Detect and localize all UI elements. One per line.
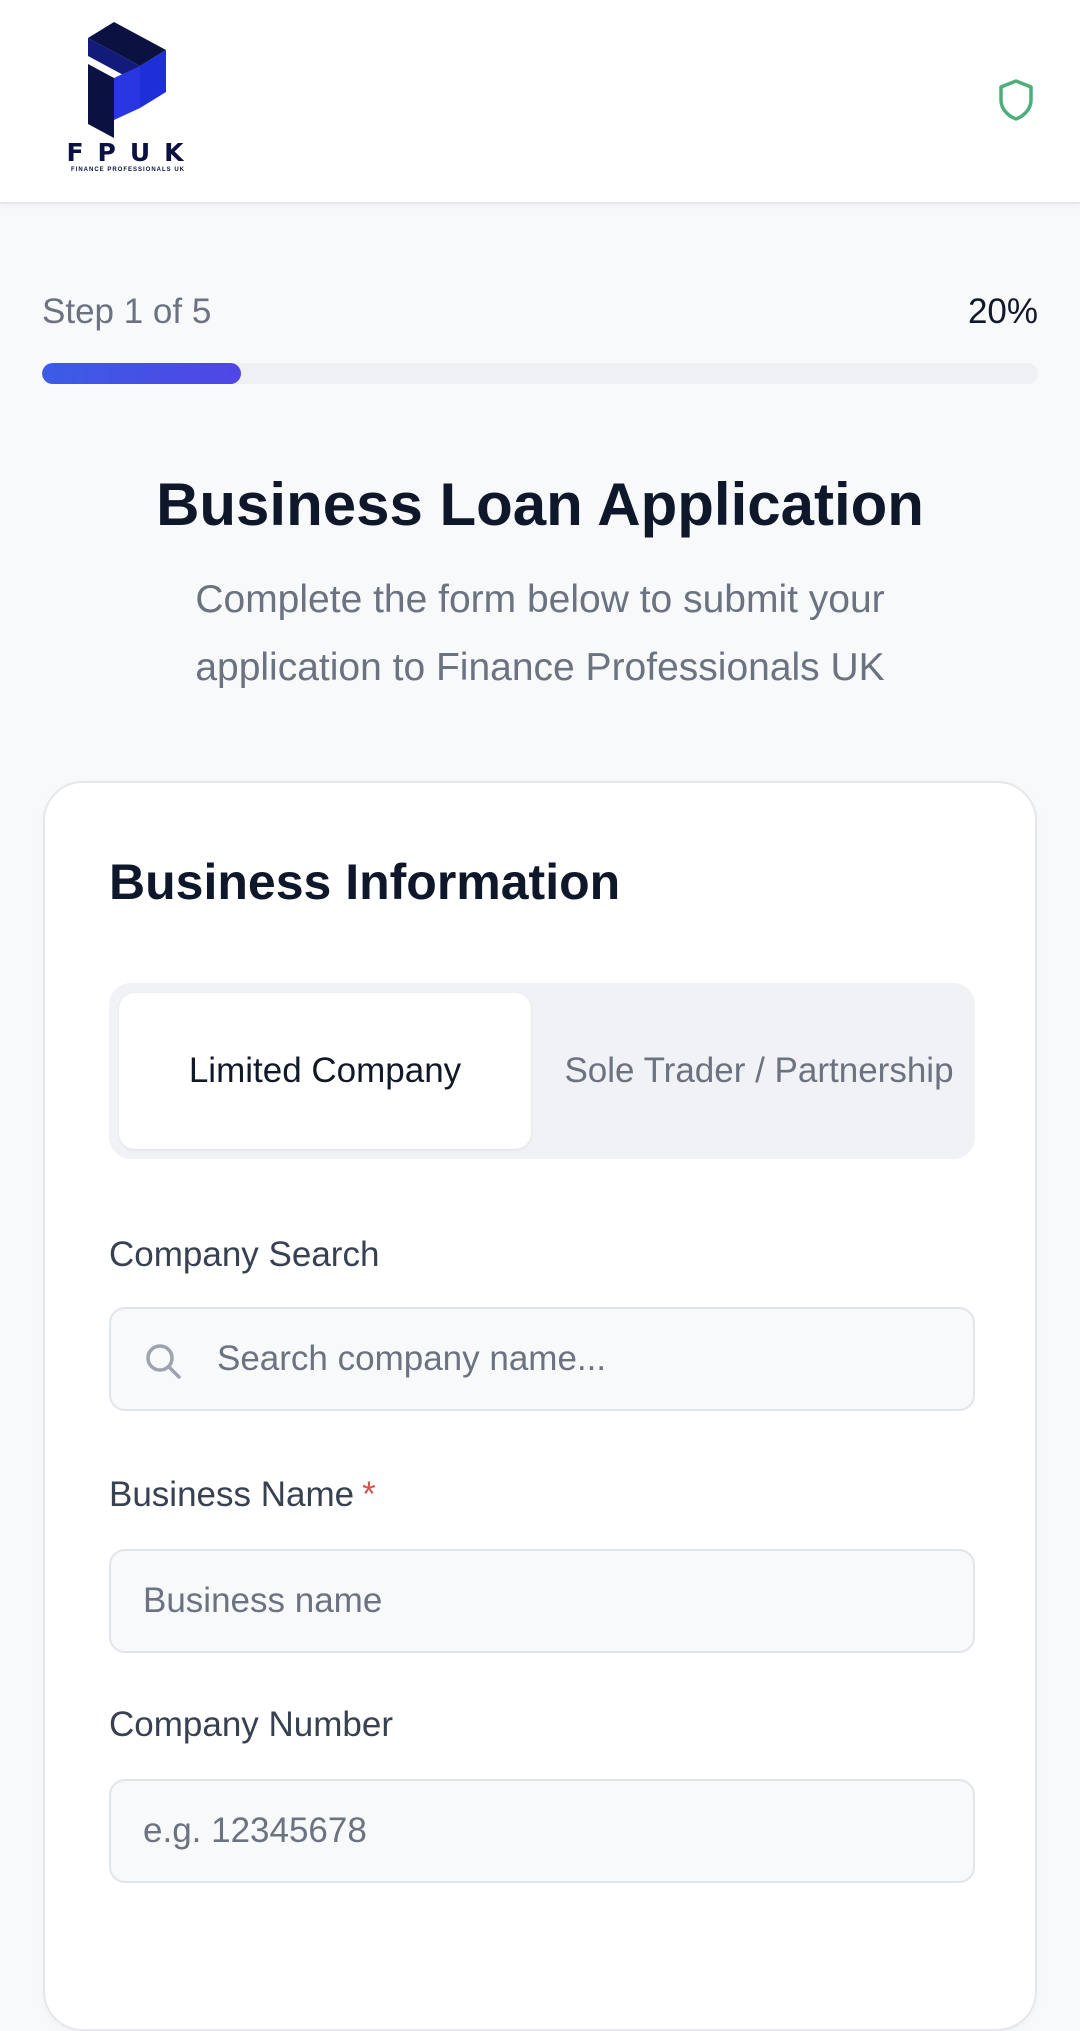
company-number-input[interactable]: e.g. 12345678: [109, 1779, 975, 1883]
fpuk-logo[interactable]: FPUK FINANCE PROFESSIONALS UK: [58, 20, 198, 180]
sole-trader-option[interactable]: Sole Trader / Partnership: [553, 993, 965, 1149]
business-name-placeholder: Business name: [143, 1581, 383, 1620]
shield-icon[interactable]: [996, 78, 1036, 122]
step-indicator: Step 1 of 5: [42, 292, 212, 331]
app-header: FPUK FINANCE PROFESSIONALS UK: [0, 0, 1080, 204]
company-number-placeholder: e.g. 12345678: [143, 1811, 367, 1850]
business-name-label-text: Business Name: [109, 1475, 355, 1514]
section-title: Business Information: [109, 854, 621, 910]
company-search-placeholder: Search company name...: [217, 1339, 607, 1378]
logo-wordmark: FPUK: [66, 138, 198, 167]
business-information-card: Business Information Limited Company Sol…: [43, 781, 1037, 2031]
search-icon: [146, 1344, 181, 1379]
company-search-input[interactable]: Search company name...: [109, 1307, 975, 1411]
progress-percent: 20%: [967, 292, 1038, 331]
progress-bar-fill: [42, 363, 242, 384]
page-subtitle: Complete the form below to submit your a…: [195, 578, 885, 689]
logo-tagline: FINANCE PROFESSIONALS UK: [70, 167, 185, 173]
business-name-input[interactable]: Business name: [109, 1549, 975, 1653]
progress-header: Step 1 of 5 20%: [42, 292, 1038, 336]
limited-company-option[interactable]: Limited Company: [119, 993, 531, 1149]
required-marker: *: [362, 1475, 376, 1514]
company-search-label: Company Search: [109, 1235, 380, 1274]
logo-mark: [88, 22, 166, 138]
progress-bar: [42, 363, 1038, 384]
business-name-label: Business Name *: [109, 1475, 376, 1515]
page-title: Business Loan Application: [156, 471, 924, 538]
business-type-toggle: Limited Company Sole Trader / Partnershi…: [109, 983, 975, 1159]
company-number-label: Company Number: [109, 1705, 393, 1744]
